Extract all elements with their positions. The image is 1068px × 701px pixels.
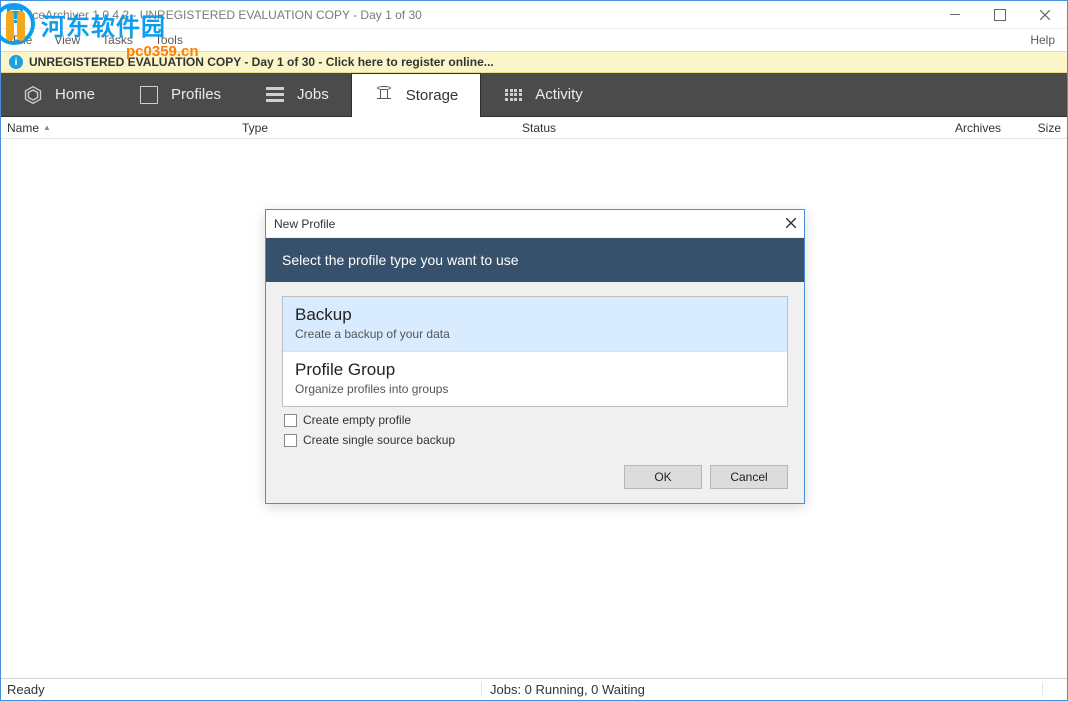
checkbox-label: Create empty profile [303,413,411,427]
col-status[interactable]: Status [522,121,881,135]
titlebar: IceArchiver 1.0.4.2 - UNREGISTERED EVALU… [1,1,1067,29]
checkbox-create-single-source-backup[interactable]: Create single source backup [282,427,788,447]
menu-file[interactable]: File [7,31,38,49]
minimize-button[interactable] [932,1,977,29]
dialog-titlebar: New Profile [266,210,804,238]
registration-banner-text: UNREGISTERED EVALUATION COPY - Day 1 of … [29,55,494,69]
close-button[interactable] [1022,1,1067,29]
col-type-label: Type [242,121,268,135]
dialog-close-button[interactable] [786,216,796,231]
tab-activity[interactable]: Activity [481,73,605,116]
new-profile-dialog: New Profile Select the profile type you … [265,209,805,504]
ok-button[interactable]: OK [624,465,702,489]
cancel-button[interactable]: Cancel [710,465,788,489]
column-headers: Name ▲ Type Status Archives Size [1,117,1067,139]
type-title: Profile Group [295,360,775,380]
profile-type-backup[interactable]: Backup Create a backup of your data [283,297,787,352]
activity-icon [503,85,523,105]
sort-indicator-icon: ▲ [43,123,51,132]
col-type[interactable]: Type [242,121,522,135]
status-center: Jobs: 0 Running, 0 Waiting [481,682,1043,697]
dialog-banner: Select the profile type you want to use [266,238,804,282]
status-left: Ready [1,682,481,697]
maximize-button[interactable] [977,1,1022,29]
statusbar: Ready Jobs: 0 Running, 0 Waiting [1,678,1067,700]
col-status-label: Status [522,121,556,135]
info-icon: i [9,55,23,69]
profile-type-profile-group[interactable]: Profile Group Organize profiles into gro… [283,352,787,406]
type-desc: Create a backup of your data [295,327,775,341]
checkbox-create-empty-profile[interactable]: Create empty profile [282,407,788,427]
dialog-body: Backup Create a backup of your data Prof… [266,282,804,453]
home-icon [23,85,43,105]
tab-profiles[interactable]: Profiles [117,73,243,116]
main-area: New Profile Select the profile type you … [1,139,1067,678]
tab-storage[interactable]: Storage [351,73,482,117]
tab-label: Storage [406,87,459,104]
app-icon [7,7,23,23]
col-size[interactable]: Size [1001,121,1061,135]
dialog-title: New Profile [274,217,786,231]
menubar: File View Tasks Tools Help [1,29,1067,51]
menu-help[interactable]: Help [1024,31,1061,49]
storage-icon [374,86,394,106]
col-name-label: Name [7,121,39,135]
registration-banner[interactable]: i UNREGISTERED EVALUATION COPY - Day 1 o… [1,51,1067,73]
checkbox-icon [284,434,297,447]
window-title: IceArchiver 1.0.4.2 - UNREGISTERED EVALU… [29,8,932,22]
tab-jobs[interactable]: Jobs [243,73,351,116]
col-size-label: Size [1038,121,1061,135]
menu-tools[interactable]: Tools [149,31,189,49]
tab-label: Activity [535,86,583,103]
menu-tasks[interactable]: Tasks [96,31,139,49]
app-window: IceArchiver 1.0.4.2 - UNREGISTERED EVALU… [0,0,1068,701]
type-desc: Organize profiles into groups [295,382,775,396]
col-archives[interactable]: Archives [881,121,1001,135]
type-title: Backup [295,305,775,325]
tab-home[interactable]: Home [1,73,117,116]
col-name[interactable]: Name ▲ [7,121,242,135]
tab-label: Jobs [297,86,329,103]
tab-label: Profiles [171,86,221,103]
nav-tabs: Home Profiles Jobs Storage Activity [1,73,1067,117]
checkbox-label: Create single source backup [303,433,455,447]
window-controls [932,1,1067,29]
col-archives-label: Archives [955,121,1001,135]
profile-type-list: Backup Create a backup of your data Prof… [282,296,788,407]
checkbox-icon [284,414,297,427]
dialog-button-row: OK Cancel [266,453,804,503]
profiles-icon [139,85,159,105]
menu-view[interactable]: View [48,31,86,49]
jobs-icon [265,85,285,105]
tab-label: Home [55,86,95,103]
